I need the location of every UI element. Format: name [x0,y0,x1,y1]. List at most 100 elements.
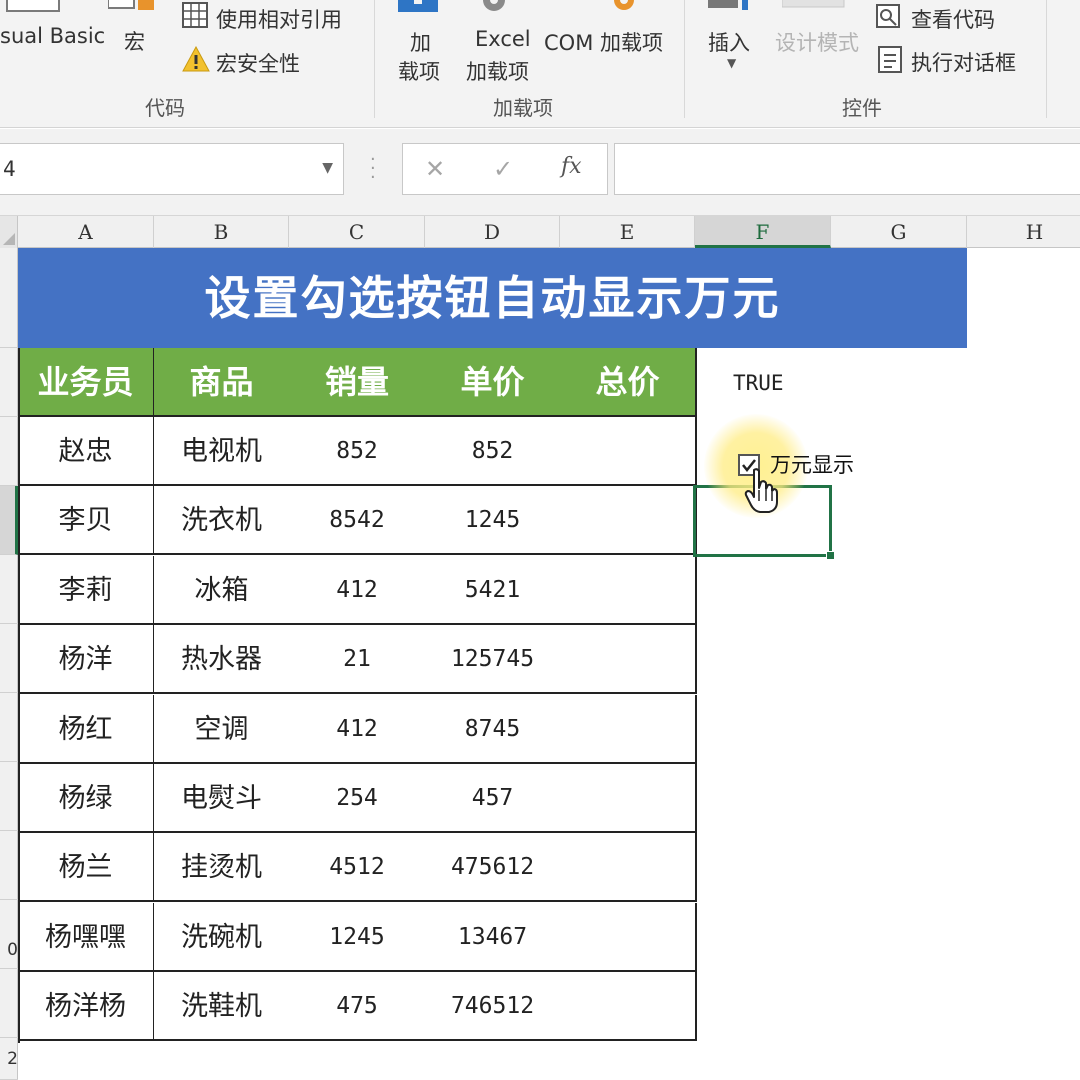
table-cell-unit-price[interactable]: 13467 [425,902,562,972]
cancel-icon[interactable]: ✕ [425,155,445,183]
linked-cell-value[interactable]: TRUE [733,371,784,395]
table-cell-unit-price[interactable]: 1245 [425,486,562,556]
table-cell-salesperson[interactable]: 杨洋杨 [18,972,155,1042]
fill-handle[interactable] [826,551,835,560]
row-number: 0 [7,940,18,960]
run-dialog-button[interactable]: 执行对话框 [911,47,1016,77]
name-box[interactable]: 4 ▼ [0,143,344,195]
drag-handle-icon[interactable]: · · · [370,151,376,187]
table-cell-quantity[interactable]: 475 [289,972,427,1042]
select-all-button[interactable] [0,216,18,248]
header-cell-total[interactable]: 总价 [560,348,697,417]
row-header[interactable] [0,624,18,693]
chevron-down-icon[interactable]: ▼ [727,56,736,70]
insert-control-button[interactable]: 插入 [708,27,750,57]
header-cell-unit-price[interactable]: 单价 [425,348,562,417]
addins-button-line2[interactable]: 载项 [398,56,440,86]
row-header[interactable] [0,248,18,348]
view-code-button[interactable]: 查看代码 [911,4,995,34]
table-cell-total[interactable] [560,625,697,695]
table-cell-unit-price[interactable]: 475612 [425,833,562,903]
chevron-down-icon[interactable]: ▼ [322,160,333,176]
visual-basic-button[interactable]: sual Basic [0,24,105,48]
design-mode-button[interactable]: 设计模式 [775,27,859,57]
table-cell-product[interactable]: 空调 [154,694,291,764]
table-cell-salesperson[interactable]: 杨洋 [18,625,155,695]
table-cell-unit-price[interactable]: 457 [425,764,562,833]
column-header-h[interactable]: H [967,216,1080,248]
table-cell-product[interactable]: 热水器 [154,625,291,695]
table-cell-total[interactable] [560,764,697,833]
table-cell-unit-price[interactable]: 125745 [425,625,562,695]
macros-button[interactable]: 宏 [124,26,145,56]
table-cell-total[interactable] [560,555,697,625]
table-cell-quantity[interactable]: 254 [289,764,427,833]
table-border [18,348,20,1043]
group-separator [684,0,685,118]
table-cell-unit-price[interactable]: 8745 [425,694,562,764]
column-header-b[interactable]: B [154,216,289,248]
table-cell-quantity[interactable]: 412 [289,694,427,764]
table-cell-total[interactable] [560,486,697,556]
table-cell-product[interactable]: 挂烫机 [154,833,291,903]
table-cell-quantity[interactable]: 8542 [289,486,427,556]
table-cell-salesperson[interactable]: 赵忠 [18,417,155,486]
macro-security-button[interactable]: 宏安全性 [216,48,300,78]
header-cell-salesperson[interactable]: 业务员 [18,348,155,417]
table-cell-salesperson[interactable]: 杨红 [18,694,155,764]
table-cell-product[interactable]: 洗碗机 [154,902,291,972]
table-cell-product[interactable]: 电熨斗 [154,764,291,833]
design-mode-icon [781,0,852,15]
row-header[interactable] [0,348,18,417]
table-cell-product[interactable]: 冰箱 [154,555,291,625]
table-cell-total[interactable] [560,417,697,486]
table-cell-quantity[interactable]: 21 [289,625,427,695]
table-cell-quantity[interactable]: 4512 [289,833,427,903]
row-header[interactable] [0,969,18,1038]
table-cell-product[interactable]: 洗鞋机 [154,972,291,1042]
column-header-e[interactable]: E [560,216,695,248]
table-cell-salesperson[interactable]: 李莉 [18,555,155,625]
table-cell-total[interactable] [560,833,697,903]
table-cell-total[interactable] [560,694,697,764]
table-cell-salesperson[interactable]: 杨绿 [18,764,155,833]
column-header-a[interactable]: A [18,216,154,248]
table-cell-total[interactable] [560,972,697,1042]
use-relative-reference-button[interactable]: 使用相对引用 [216,4,342,34]
table-cell-salesperson[interactable]: 杨兰 [18,833,155,903]
row-header[interactable] [0,555,18,624]
table-cell-total[interactable] [560,902,697,972]
table-cell-quantity[interactable]: 1245 [289,902,427,972]
table-cell-unit-price[interactable]: 746512 [425,972,562,1042]
formula-input[interactable] [614,143,1080,195]
row-header[interactable] [0,693,18,762]
row-header[interactable]: 2 [0,1038,18,1080]
table-cell-salesperson[interactable]: 李贝 [18,486,155,556]
column-header-g[interactable]: G [831,216,967,248]
table-cell-product[interactable]: 电视机 [154,417,291,486]
sheet-title[interactable]: 设置勾选按钮自动显示万元 [18,248,967,348]
table-cell-unit-price[interactable]: 852 [425,417,562,486]
table-cell-product[interactable]: 洗衣机 [154,486,291,556]
addins-button-line1[interactable]: 加 [410,27,431,57]
table-cell-salesperson[interactable]: 杨嘿嘿 [18,902,155,972]
excel-addins-button-line2[interactable]: 加载项 [466,56,529,86]
row-header[interactable] [0,762,18,831]
table-cell-quantity[interactable]: 852 [289,417,427,486]
com-addins-button[interactable]: COM 加载项 [544,27,663,57]
header-cell-product[interactable]: 商品 [154,348,291,417]
column-header-c[interactable]: C [289,216,425,248]
column-header-f[interactable]: F [695,216,831,248]
row-header-selected[interactable] [0,486,18,555]
column-header-d[interactable]: D [425,216,560,248]
table-cell-quantity[interactable]: 412 [289,555,427,625]
row-header[interactable] [0,831,18,900]
insert-function-icon[interactable]: fx [561,154,582,179]
header-cell-quantity[interactable]: 销量 [289,348,427,417]
excel-addins-button-line1[interactable]: Excel [475,27,531,51]
table-cell-unit-price[interactable]: 5421 [425,555,562,625]
row-header[interactable]: 0 [0,900,18,969]
row-header[interactable] [0,417,18,486]
enter-icon[interactable]: ✓ [493,155,513,183]
checkbox-label[interactable]: 万元显示 [770,452,854,478]
